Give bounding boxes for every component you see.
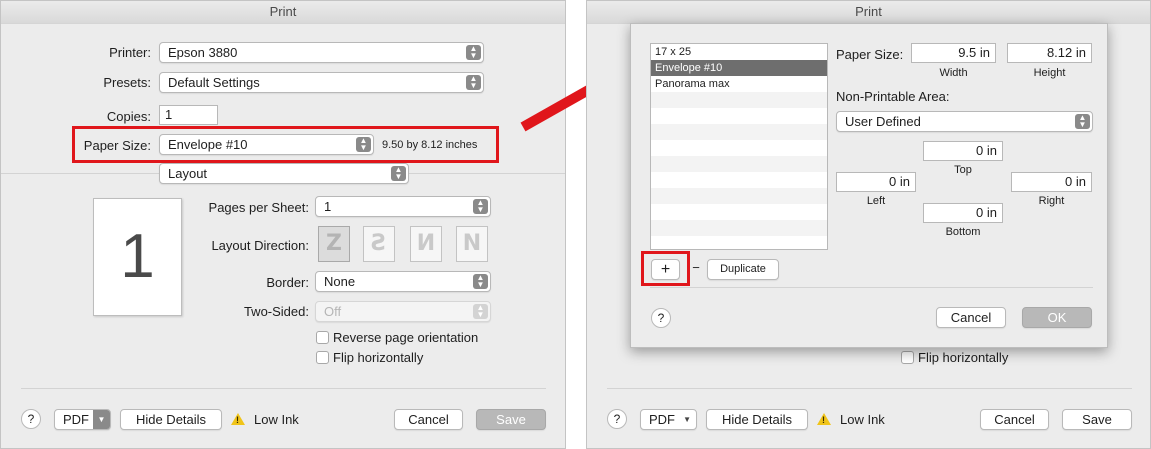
bottom-caption: Bottom: [945, 226, 981, 238]
chevron-updown-icon: ▲ ▼: [473, 199, 488, 214]
pages-per-sheet-popup[interactable]: 1 ▲ ▼: [315, 196, 491, 217]
chevron-updown-icon: ▲ ▼: [1075, 114, 1090, 129]
hide-details-button[interactable]: Hide Details: [706, 409, 808, 430]
help-button[interactable]: ?: [21, 409, 41, 429]
reverse-orientation-checkbox[interactable]: [316, 331, 329, 344]
height-field[interactable]: 8.12 in: [1007, 43, 1092, 63]
non-printable-area-popup[interactable]: User Defined ▲ ▼: [836, 111, 1093, 132]
layout-direction-z-icon[interactable]: Z: [318, 226, 350, 262]
section-value: Layout: [168, 166, 208, 181]
print-dialog-right: Print Flip horizontally ? PDF ▼ Hide Det…: [586, 0, 1151, 449]
print-dialog-left: Print Printer: Epson 3880 ▲ ▼ Presets: De…: [0, 0, 566, 449]
left-margin-field[interactable]: 0 in: [836, 172, 916, 192]
paper-size-label: Paper Size:: [83, 138, 151, 153]
paper-size-dimensions: 9.50 by 8.12 inches: [382, 139, 478, 151]
paper-size-list-item[interactable]: Panorama max: [651, 76, 827, 92]
save-button[interactable]: Save: [476, 409, 546, 430]
border-label: Border:: [266, 275, 309, 290]
layout-direction-n-icon[interactable]: И: [410, 226, 442, 262]
printer-popup[interactable]: Epson 3880 ▲ ▼: [159, 42, 484, 63]
non-printable-area-label: Non-Printable Area:: [836, 89, 950, 104]
left-caption: Left: [866, 195, 886, 207]
hide-details-button[interactable]: Hide Details: [120, 409, 222, 430]
pdf-label: PDF: [63, 412, 89, 427]
low-ink-label: Low Ink: [840, 412, 885, 427]
top-caption: Top: [954, 164, 972, 176]
two-sided-value: Off: [324, 304, 342, 319]
chevron-updown-icon: ▲ ▼: [473, 274, 488, 289]
border-popup[interactable]: None ▲ ▼: [315, 271, 491, 292]
right-caption: Right: [1038, 195, 1065, 207]
width-field[interactable]: 9.5 in: [911, 43, 996, 63]
two-sided-popup: Off ▲ ▼: [315, 301, 491, 322]
footer-cancel-button[interactable]: Cancel: [980, 409, 1049, 430]
bottom-margin-field[interactable]: 0 in: [923, 203, 1003, 223]
chevron-down-icon: ▼: [93, 410, 110, 429]
pages-per-sheet-label: Pages per Sheet:: [208, 200, 309, 215]
warning-triangle-icon: !: [231, 413, 245, 425]
sheet-cancel-button[interactable]: Cancel: [936, 307, 1006, 328]
flip-horizontally-checkbox[interactable]: [901, 351, 914, 364]
layout-direction-reverse-n-icon[interactable]: N: [456, 226, 488, 262]
reverse-orientation-label: Reverse page orientation: [333, 330, 479, 345]
pages-per-sheet-value: 1: [324, 199, 332, 214]
help-button[interactable]: ?: [607, 409, 627, 429]
layout-direction-label: Layout Direction:: [211, 238, 309, 253]
divider: [21, 388, 546, 389]
printer-label: Printer:: [109, 45, 151, 60]
flip-horizontally-label: Flip horizontally: [918, 350, 1009, 365]
height-caption: Height: [1033, 67, 1066, 79]
paper-size-list-item[interactable]: 17 x 25: [651, 44, 827, 60]
two-sided-label: Two-Sided:: [243, 304, 309, 319]
paper-size-popup[interactable]: Envelope #10 ▲ ▼: [159, 134, 374, 155]
presets-label: Presets:: [103, 75, 151, 90]
non-printable-area-value: User Defined: [845, 114, 921, 129]
page-preview: 1: [93, 198, 182, 316]
section-popup[interactable]: Layout ▲ ▼: [159, 163, 409, 184]
paper-size-value: Envelope #10: [168, 137, 248, 152]
chevron-updown-icon: ▲ ▼: [391, 166, 406, 181]
remove-button[interactable]: −: [688, 260, 704, 275]
help-button[interactable]: ?: [651, 308, 671, 328]
custom-paper-sizes-sheet: 17 x 25 Envelope #10 Panorama max + − Dupl…: [630, 23, 1108, 348]
divider: [607, 388, 1132, 389]
width-caption: Width: [939, 67, 968, 79]
window-title: Print: [587, 1, 1150, 24]
low-ink-label: Low Ink: [254, 412, 299, 427]
duplicate-button[interactable]: Duplicate: [707, 259, 779, 280]
paper-size-label: Paper Size:: [836, 47, 904, 62]
window-title: Print: [1, 1, 565, 24]
paper-size-list-item[interactable]: Envelope #10: [651, 60, 827, 76]
chevron-updown-icon: ▲ ▼: [466, 75, 481, 90]
warning-triangle-icon: !: [817, 413, 831, 425]
add-button[interactable]: +: [651, 259, 680, 280]
flip-horizontally-label: Flip horizontally: [333, 350, 424, 365]
right-margin-field[interactable]: 0 in: [1011, 172, 1092, 192]
pdf-menu-button[interactable]: PDF ▼: [640, 409, 697, 430]
border-value: None: [324, 274, 356, 289]
printer-value: Epson 3880: [168, 45, 238, 60]
top-margin-field[interactable]: 0 in: [923, 141, 1003, 161]
flip-horizontally-checkbox[interactable]: [316, 351, 329, 364]
copies-label: Copies:: [106, 109, 151, 124]
paper-size-list[interactable]: 17 x 25 Envelope #10 Panorama max: [650, 43, 828, 250]
preview-page-number: 1: [120, 222, 155, 291]
layout-direction-reverse-z-icon[interactable]: Ƨ: [363, 226, 395, 262]
footer-save-button[interactable]: Save: [1062, 409, 1132, 430]
presets-value: Default Settings: [168, 75, 260, 90]
chevron-updown-icon: ▲ ▼: [356, 137, 371, 152]
cancel-button[interactable]: Cancel: [394, 409, 463, 430]
chevron-updown-icon: ▲ ▼: [473, 304, 488, 319]
chevron-updown-icon: ▲ ▼: [466, 45, 481, 60]
presets-popup[interactable]: Default Settings ▲ ▼: [159, 72, 484, 93]
chevron-down-icon: ▼: [683, 415, 691, 424]
pdf-label: PDF: [649, 412, 675, 427]
divider: [650, 287, 1093, 288]
copies-field[interactable]: 1: [159, 105, 218, 125]
pdf-menu-button[interactable]: PDF ▼: [54, 409, 111, 430]
sheet-ok-button[interactable]: OK: [1022, 307, 1092, 328]
